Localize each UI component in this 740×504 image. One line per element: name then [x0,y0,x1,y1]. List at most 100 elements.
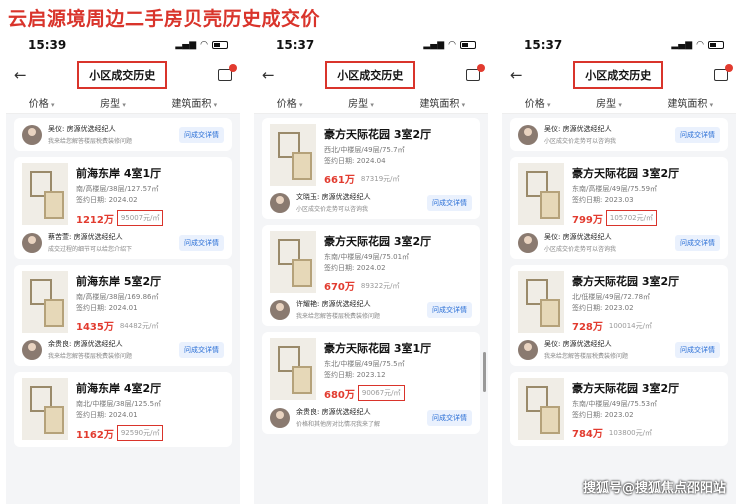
filter-layout[interactable]: 房型 [596,95,622,110]
listing-name: 豪方天际花园 3室2厅 [572,167,680,180]
unit-price: 84482元/㎡ [119,321,159,330]
listing-info: 豪方天际花园 3室2厅 西北/中楼层/49层/75.7㎡ 签约日期: 2024.04… [324,124,472,186]
listing-name: 豪方天际花园 3室2厅 [572,382,680,395]
status-bar: 15:37 ▂▄▆ ◠ [254,32,488,58]
listing-detail: 东北/中楼层/49层/75.5㎡ [324,360,405,368]
filter-price[interactable]: 价格 [29,95,55,110]
sign-date: 签约日期: 2024.04 [324,157,386,165]
listing-card[interactable]: 豪方天际花园 3室1厅东北/中楼层/49层/75.5㎡ 签约日期: 2023.12… [262,332,480,434]
back-arrow-icon[interactable]: ← [14,66,27,84]
ask-deal-details-button[interactable]: 问成交详情 [427,301,472,318]
listing-card[interactable]: 豪方天际花园 3室2厅 东南/高楼层/49层/75.59㎡ 签约日期: 2023.0… [510,157,728,259]
unit-price: 105702元/㎡ [605,210,657,226]
listing-name: 豪方天际花园 3室2厅 [324,235,432,248]
unit-price: 95007元/㎡ [116,210,164,226]
sign-date: 签约日期: 2023.12 [324,371,386,379]
filter-area[interactable]: 建筑面积 [171,95,217,110]
sign-date: 签约日期: 2024.01 [76,411,138,419]
agent-name: 吴仪: 房源优选经纪人 [544,125,612,133]
unit-price: 92590元/㎡ [116,425,164,441]
price-row: 728万 100014元/㎡ [572,318,720,334]
listing-row: 豪方天际花园 3室2厅 东南/中楼层/49层/75.53㎡ 签约日期: 2023.0… [518,378,720,440]
status-bar: 15:37 ▂▄▆ ◠ [502,32,736,58]
message-icon[interactable] [713,64,733,81]
agent-text: 吴仪: 房源优选经纪人 我来给您解答楼层税费装修问题 [544,339,669,360]
listing-card[interactable]: 豪方天际花园 3室2厅 东南/中楼层/49层/75.53㎡ 签约日期: 2023.0… [510,372,728,446]
agent-avatar [22,339,42,360]
listing-card[interactable]: 豪方天际花园 3室2厅 北/低楼层/49层/72.78㎡ 签约日期: 2023.02… [510,265,728,366]
listing-row: 豪方天际花园 3室1厅东北/中楼层/49层/75.5㎡ 签约日期: 2023.12… [270,338,472,401]
agent-text: 吴仪: 房源优选经纪人 小区成交价走势可以咨询我 [544,124,669,145]
agent-name: 吴仪: 房源优选经纪人 [544,340,612,348]
ask-deal-details-button[interactable]: 问成交详情 [179,234,224,251]
total-price: 1162万 [76,429,114,441]
listing-info: 前海东岸 4室1厅 南/高楼层/38层/127.57㎡ 签约日期: 2024.02 1… [76,163,224,226]
listing-card[interactable]: 前海东岸 5室2厅 南/高楼层/38层/169.86㎡ 签约日期: 2024.01 1… [14,265,232,366]
system-icons: ▂▄▆ ◠ [423,40,476,50]
filter-area[interactable]: 建筑面积 [419,95,465,110]
floorplan-image [22,163,68,225]
listing-card[interactable]: 前海东岸 4室1厅 南/高楼层/38层/127.57㎡ 签约日期: 2024.02 1… [14,157,232,259]
ask-deal-details-button[interactable]: 问成交详情 [675,341,720,358]
back-arrow-icon[interactable]: ← [262,66,275,84]
total-price: 728万 [572,322,603,333]
sign-date: 签约日期: 2024.02 [324,264,386,272]
ask-deal-details-button[interactable]: 问成交详情 [179,341,224,358]
agent-avatar [270,299,290,320]
listing-row: 豪方天际花园 3室2厅 西北/中楼层/49层/75.7㎡ 签约日期: 2024.04… [270,124,472,186]
agent-name: 余贵良: 房源优选经纪人 [48,340,123,348]
listing-info: 前海东岸 5室2厅 南/高楼层/38层/169.86㎡ 签约日期: 2024.01 1… [76,271,224,333]
agent-note: 我来给您解答楼层税费装修问题 [48,353,133,360]
listing-info: 豪方天际花园 3室2厅 东南/中楼层/49层/75.53㎡ 签约日期: 2023.0… [572,378,720,440]
agent-avatar [270,192,290,213]
listing-name: 豪方天际花园 3室2厅 [572,275,680,288]
price-row: 784万 103800元/㎡ [572,425,720,441]
listing-card[interactable]: 前海东岸 4室2厅 南北/中楼层/38层/125.5㎡ 签约日期: 2024.01 1… [14,372,232,447]
listing-detail: 南/高楼层/38层/169.86㎡ [76,293,159,301]
sign-date: 签约日期: 2023.02 [572,411,634,419]
notification-dot [476,64,485,72]
agent-card: 吴仪: 房源优选经纪人 小区成交价走势可以咨询我 问成交详情 [510,118,728,151]
agent-text: 余贵良: 房源优选经纪人 价格和其他房对比情况我来了解 [296,407,421,428]
price-row: 1162万 92590元/㎡ [76,425,224,441]
price-row: 661万 87319元/㎡ [324,171,472,187]
ask-deal-details-button[interactable]: 问成交详情 [427,409,472,426]
battery-icon [212,41,228,49]
listing-card[interactable]: 豪方天际花园 3室2厅 东南/中楼层/49层/75.01㎡ 签约日期: 2024.0… [262,225,480,326]
sign-date: 签约日期: 2023.02 [572,304,634,312]
wifi-icon: ◠ [200,40,208,50]
price-row: 680万 90067元/㎡ [324,385,472,401]
wifi-icon: ◠ [448,40,456,50]
listing-card[interactable]: 豪方天际花园 3室2厅 西北/中楼层/49层/75.7㎡ 签约日期: 2024.04… [262,118,480,219]
listing-detail: 南/高楼层/38层/127.57㎡ [76,185,159,193]
ask-deal-details-button[interactable]: 问成交详情 [427,194,472,211]
agent-note: 我来给您解答楼层税费装修问题 [48,138,133,145]
listing-name: 豪方天际花园 3室1厅 [324,342,432,355]
filter-price[interactable]: 价格 [277,95,303,110]
price-row: 799万 105702元/㎡ [572,210,720,226]
agent-row: 吴仪: 房源优选经纪人 我来给您解答楼层税费装修问题 问成交详情 [22,124,224,145]
ask-deal-details-button[interactable]: 问成交详情 [179,126,224,143]
status-time: 15:39 [28,38,67,52]
total-price: 661万 [324,175,355,186]
filter-layout[interactable]: 房型 [100,95,126,110]
listing-name: 豪方天际花园 3室2厅 [324,128,432,141]
ask-deal-details-button[interactable]: 问成交详情 [675,126,720,143]
back-arrow-icon[interactable]: ← [510,66,523,84]
agent-row: 蔡苦萱: 房源优选经纪人 成交过程的细节可以给您介绍下 问成交详情 [22,232,224,253]
filter-price[interactable]: 价格 [525,95,551,110]
agent-text: 许耀艳: 房源优选经纪人 我来给您解答楼层税费装修问题 [296,299,421,320]
deal-list: 吴仪: 房源优选经纪人 小区成交价走势可以咨询我 问成交详情 豪方天际花园 3室2厅东… [502,114,736,456]
phone-screen-3: 15:37 ▂▄▆◠ ← 小区成交历史价格 房型 建筑面积吴仪: 房源优选经纪人小区成交价… [502,32,736,504]
filter-layout[interactable]: 房型 [348,95,374,110]
filter-area[interactable]: 建筑面积 [667,95,713,110]
message-icon[interactable] [465,64,485,81]
agent-avatar [270,407,290,428]
nav-bar: ← 小区成交历史 [254,58,488,92]
scroll-indicator[interactable] [483,352,486,392]
listing-info: 豪方天际花园 3室2厅 东南/高楼层/49层/75.59㎡ 签约日期: 2023.0… [572,163,720,226]
ask-deal-details-button[interactable]: 问成交详情 [675,234,720,251]
message-icon[interactable] [217,64,237,81]
floorplan-image [518,163,564,225]
status-time: 15:37 [276,38,315,52]
